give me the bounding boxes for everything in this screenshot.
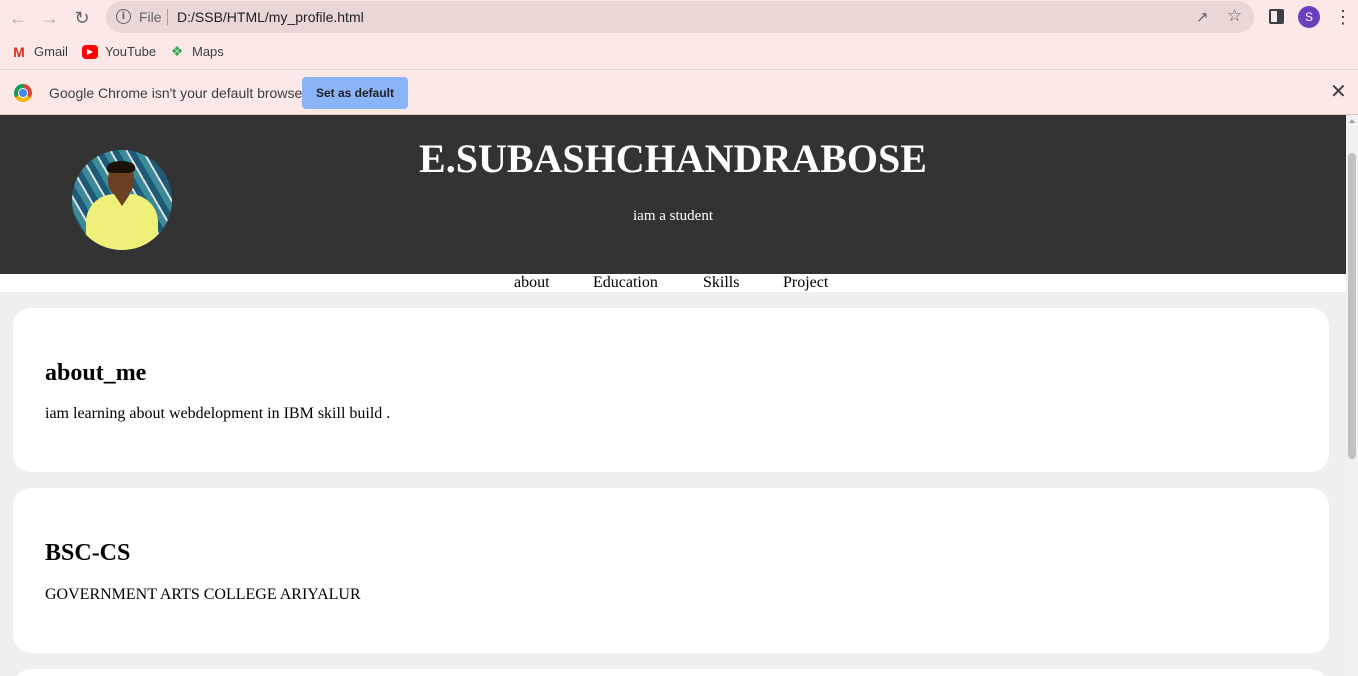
share-icon[interactable]: ↗: [1196, 8, 1209, 26]
set-as-default-button[interactable]: Set as default: [302, 77, 408, 109]
youtube-icon: ▶: [82, 44, 98, 59]
bookmark-label: YouTube: [105, 44, 157, 59]
nav-link-skills[interactable]: Skills: [703, 274, 739, 292]
forward-arrow-icon[interactable]: →: [38, 6, 62, 30]
section-text: iam learning about webdelopment in IBM s…: [45, 405, 391, 422]
section-heading: about_me: [45, 360, 147, 386]
close-icon[interactable]: ✕: [1330, 81, 1347, 103]
reload-icon[interactable]: ↻: [70, 6, 94, 30]
url-text[interactable]: D:/SSB/HTML/my_profile.html: [177, 9, 364, 25]
bookmarks-bar: M Gmail ▶ YouTube ❖ Maps: [0, 36, 1358, 70]
nav-link-project[interactable]: Project: [783, 274, 828, 292]
address-divider: [167, 9, 168, 25]
bookmark-label: Maps: [192, 44, 224, 59]
bookmark-label: Gmail: [34, 44, 68, 59]
profile-avatar[interactable]: S: [1298, 6, 1320, 28]
bookmark-gmail[interactable]: M Gmail: [11, 43, 68, 60]
nav-link-about[interactable]: about: [514, 274, 550, 292]
nav-link-education[interactable]: Education: [593, 274, 658, 292]
vertical-scrollbar[interactable]: [1346, 115, 1358, 676]
page-viewport: E.SUBASHCHANDRABOSE iam a student about …: [0, 115, 1346, 676]
section-text: GOVERNMENT ARTS COLLEGE ARIYALUR: [45, 586, 361, 603]
bookmark-youtube[interactable]: ▶ YouTube: [82, 44, 156, 59]
page-title: E.SUBASHCHANDRABOSE: [419, 136, 927, 181]
address-bar[interactable]: i File D:/SSB/HTML/my_profile.html ↗ ☆: [106, 1, 1254, 33]
default-browser-infobar: Google Chrome isn't your default browser…: [0, 71, 1358, 115]
scroll-thumb[interactable]: [1348, 153, 1356, 459]
browser-toolbar: ← → ↻ i File D:/SSB/HTML/my_profile.html…: [0, 0, 1358, 36]
infobar-message: Google Chrome isn't your default browser: [49, 85, 307, 101]
back-arrow-icon[interactable]: ←: [6, 6, 30, 30]
scroll-up-arrow-icon[interactable]: [1349, 119, 1355, 123]
section-nav: about Education Skills Project: [0, 274, 1346, 292]
profile-header: E.SUBASHCHANDRABOSE iam a student: [0, 115, 1346, 274]
bookmark-star-icon[interactable]: ☆: [1227, 6, 1242, 26]
education-section-card: BSC-CS GOVERNMENT ARTS COLLEGE ARIYALUR: [13, 488, 1329, 653]
info-icon[interactable]: i: [116, 9, 131, 24]
side-panel-icon[interactable]: [1269, 9, 1284, 24]
chrome-logo-icon: [14, 84, 32, 102]
maps-icon: ❖: [170, 43, 184, 59]
bookmark-maps[interactable]: ❖ Maps: [169, 43, 224, 59]
tagline: iam a student: [633, 208, 713, 224]
kebab-menu-icon[interactable]: ⋮: [1334, 6, 1352, 28]
address-scheme-label: File: [139, 9, 162, 25]
next-section-card: [13, 669, 1329, 676]
about-section-card: about_me iam learning about webdelopment…: [13, 308, 1329, 472]
gmail-icon: M: [13, 43, 25, 60]
section-heading: BSC-CS: [45, 540, 131, 566]
